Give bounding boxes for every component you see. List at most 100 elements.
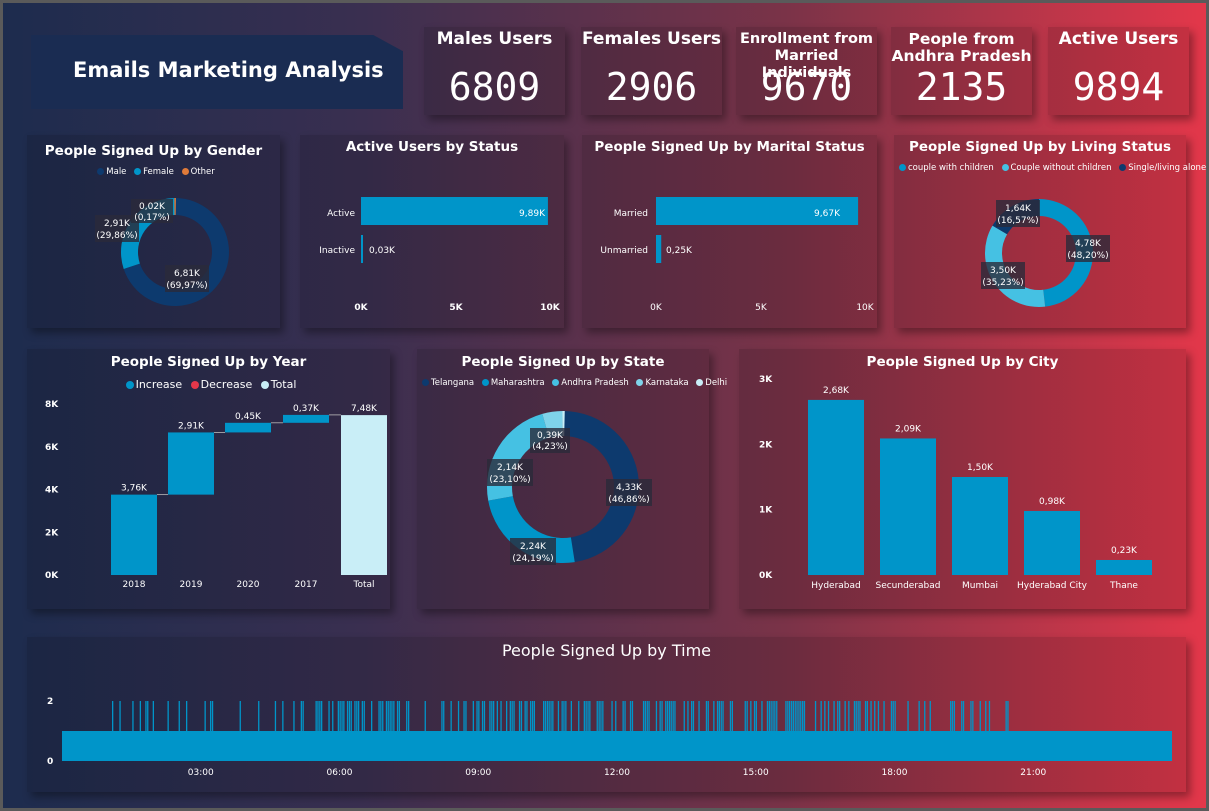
- kpi-married-enrollment[interactable]: Enrollment from Married Individuals 9670: [736, 27, 877, 115]
- city-chart-panel[interactable]: People Signed Up by City 0K 1K 2K 3K 2,68K Hy…: [739, 349, 1186, 609]
- time-bar-spike[interactable]: [489, 701, 491, 731]
- time-bar-spike[interactable]: [855, 701, 857, 731]
- time-bar-spike[interactable]: [848, 701, 850, 731]
- time-bar-spike[interactable]: [961, 701, 963, 731]
- time-bar-spike[interactable]: [478, 701, 480, 731]
- time-bar-spike[interactable]: [543, 701, 545, 731]
- time-bars-base[interactable]: [62, 731, 1172, 761]
- time-bar-spike[interactable]: [511, 701, 513, 731]
- time-bar-spike[interactable]: [406, 701, 408, 731]
- time-bar-spike[interactable]: [718, 701, 720, 731]
- time-bar-spike[interactable]: [204, 701, 206, 731]
- status-chart-panel[interactable]: Active Users by Status Active Inactive 9…: [300, 135, 564, 328]
- time-bar-spike[interactable]: [827, 701, 830, 731]
- time-bar-spike[interactable]: [670, 701, 672, 731]
- waterfall-bar-2019[interactable]: [168, 432, 214, 495]
- time-bar-spike[interactable]: [293, 701, 295, 731]
- time-bar-spike[interactable]: [348, 701, 351, 731]
- time-bar-spike[interactable]: [870, 701, 872, 731]
- living-chart-panel[interactable]: People Signed Up by Living Status couple…: [894, 135, 1206, 328]
- time-bar-spike[interactable]: [481, 701, 484, 731]
- time-bar-spike[interactable]: [509, 701, 511, 731]
- time-bar-spike[interactable]: [746, 701, 748, 731]
- time-bar-spike[interactable]: [798, 701, 800, 731]
- time-bar-spike[interactable]: [866, 701, 868, 731]
- time-bar-spike[interactable]: [493, 701, 495, 731]
- time-bar-spike[interactable]: [546, 701, 548, 731]
- time-bar-spike[interactable]: [363, 701, 365, 731]
- time-bar-spike[interactable]: [524, 701, 526, 731]
- time-bar-spike[interactable]: [506, 701, 508, 731]
- time-bar-spike[interactable]: [665, 701, 667, 731]
- bar-unmarried[interactable]: [656, 235, 662, 263]
- time-bar-spike[interactable]: [698, 701, 700, 731]
- time-bar-spike[interactable]: [520, 701, 523, 731]
- time-bar-spike[interactable]: [644, 701, 646, 731]
- time-bar-spike[interactable]: [953, 701, 955, 731]
- time-bar-spike[interactable]: [396, 701, 399, 731]
- time-bar-spike[interactable]: [317, 701, 319, 731]
- time-bar-spike[interactable]: [985, 701, 987, 731]
- time-bar-spike[interactable]: [691, 701, 693, 731]
- time-bar-spike[interactable]: [787, 701, 789, 731]
- time-bar-spike[interactable]: [152, 701, 154, 731]
- time-bar-spike[interactable]: [774, 701, 776, 731]
- kpi-andhra-pradesh[interactable]: People from Andhra Pradesh 2135: [891, 27, 1032, 115]
- time-bar-spike[interactable]: [550, 701, 552, 731]
- time-bar-spike[interactable]: [761, 701, 763, 731]
- time-bar-spike[interactable]: [483, 701, 486, 731]
- time-bar-spike[interactable]: [624, 701, 626, 731]
- time-bar-spike[interactable]: [450, 701, 452, 731]
- time-bar-spike[interactable]: [790, 701, 793, 731]
- time-bar-spike[interactable]: [393, 701, 395, 731]
- time-bar-spike[interactable]: [824, 701, 826, 731]
- time-bar-spike[interactable]: [371, 701, 373, 731]
- time-bar-spike[interactable]: [544, 701, 547, 731]
- time-bar-spike[interactable]: [391, 701, 393, 731]
- city-bar-hyderabad[interactable]: [808, 399, 864, 575]
- time-bar-spike[interactable]: [476, 701, 478, 731]
- time-bar-spike[interactable]: [979, 701, 981, 731]
- kpi-females-users[interactable]: Females Users 2906: [581, 27, 722, 115]
- time-bar-spike[interactable]: [668, 701, 671, 731]
- time-bar-spike[interactable]: [147, 701, 149, 731]
- time-bar-spike[interactable]: [552, 701, 554, 731]
- time-bar-spike[interactable]: [659, 701, 661, 731]
- time-bar-spike[interactable]: [692, 701, 695, 731]
- time-bar-spike[interactable]: [629, 701, 632, 731]
- time-bar-spike[interactable]: [890, 701, 893, 731]
- waterfall-bar-2018[interactable]: [111, 494, 157, 575]
- time-bar-spike[interactable]: [518, 701, 521, 731]
- time-bar-spike[interactable]: [950, 701, 952, 731]
- time-bar-spike[interactable]: [346, 701, 349, 731]
- time-bar-spike[interactable]: [441, 701, 443, 731]
- time-bar-spike[interactable]: [877, 701, 880, 731]
- time-bar-spike[interactable]: [561, 701, 563, 731]
- time-bar-spike[interactable]: [713, 701, 715, 731]
- city-bar-thane[interactable]: [1096, 559, 1152, 575]
- time-bar-spike[interactable]: [565, 701, 567, 731]
- time-bar-spike[interactable]: [496, 701, 498, 731]
- waterfall-bar-2017[interactable]: [283, 414, 329, 423]
- slice-andhra-pradesh[interactable]: [486, 413, 550, 501]
- time-bar-spike[interactable]: [578, 701, 580, 731]
- time-bar-spike[interactable]: [803, 701, 806, 731]
- time-bar-spike[interactable]: [972, 701, 974, 731]
- time-bar-spike[interactable]: [533, 701, 535, 731]
- time-bar-spike[interactable]: [1005, 701, 1007, 731]
- time-bar-spike[interactable]: [839, 701, 841, 731]
- time-bar-spike[interactable]: [988, 701, 991, 731]
- time-bar-spike[interactable]: [661, 701, 663, 731]
- time-bar-spike[interactable]: [443, 701, 445, 731]
- time-bar-spike[interactable]: [328, 701, 330, 731]
- time-bar-spike[interactable]: [814, 701, 817, 731]
- time-bar-spike[interactable]: [907, 701, 909, 731]
- time-bar-spike[interactable]: [274, 701, 277, 731]
- time-bar-spike[interactable]: [722, 701, 724, 731]
- time-bar-spike[interactable]: [883, 701, 885, 731]
- time-bar-spike[interactable]: [211, 701, 214, 731]
- time-bar-spike[interactable]: [642, 701, 645, 731]
- time-bar-spike[interactable]: [398, 701, 400, 731]
- time-bar-spike[interactable]: [802, 701, 804, 731]
- waterfall-bar-2020[interactable]: [225, 422, 271, 433]
